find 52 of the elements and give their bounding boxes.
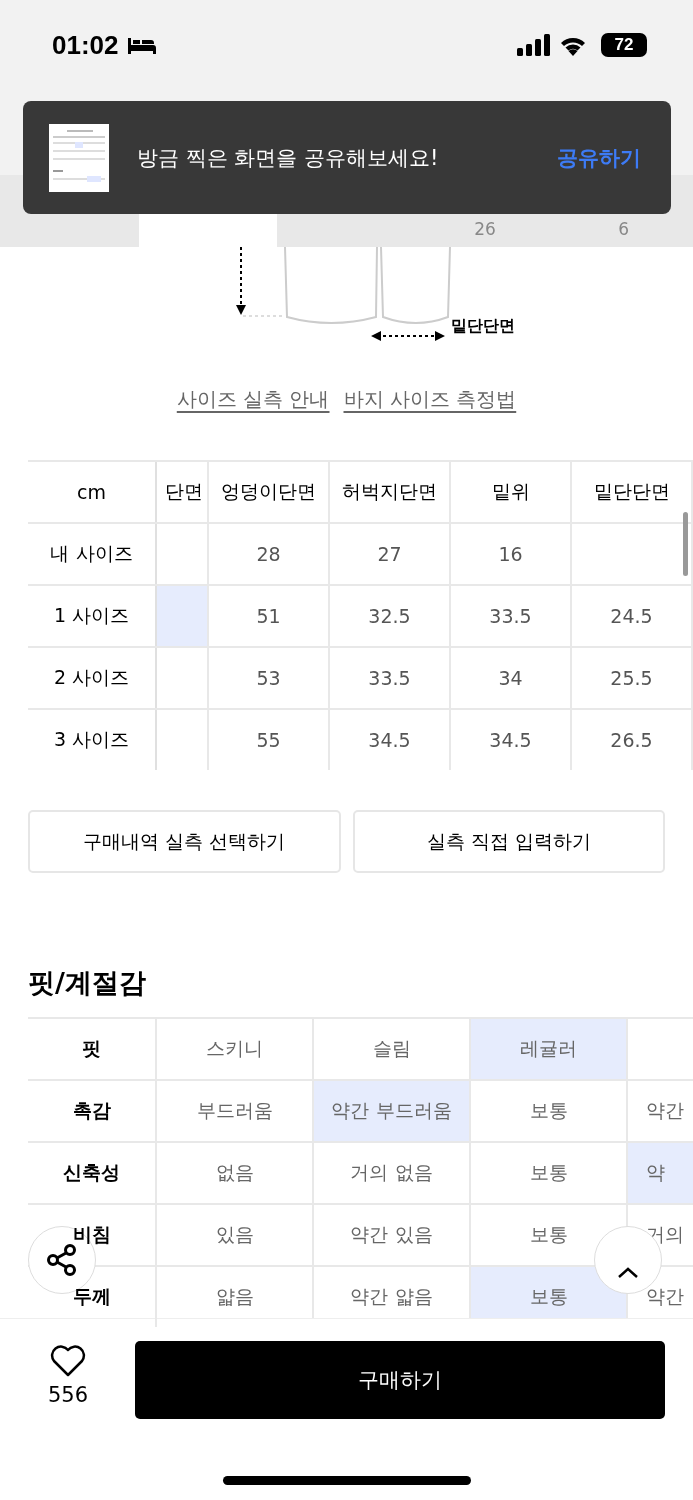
hem-label: 밑단단면 [451,316,515,337]
measure-button[interactable]: 실측 직접 입력하기 [352,810,665,873]
option-cell: 스키니 [157,1019,314,1079]
option-cell: 레귤러 [471,1019,628,1079]
table-cell: 53 [209,648,330,708]
signal-icon [517,34,551,56]
table-header: 단면 [157,462,209,522]
like-count: 556 [48,1383,89,1407]
heart-icon[interactable] [50,1345,87,1377]
table-cell: 24.5 [572,586,693,646]
option-cell-text: 약간 [645,1284,685,1309]
table-cell: 16 [451,524,572,584]
table-cell: 27 [330,524,451,584]
row-label: 내 사이즈 [28,524,157,584]
table-cell: 34.5 [451,710,572,770]
guide-link[interactable]: 바지 사이즈 측정법 [343,386,517,414]
section-title: 핏/계절감 [28,966,147,1000]
row-label: 신축성 [28,1143,157,1203]
option-cell-text: 약간 [645,1098,685,1123]
bed-icon [126,36,157,54]
table-cell: 33.5 [330,648,451,708]
table-cell: 28 [209,524,330,584]
table-header: 엉덩이단면 [209,462,330,522]
option-cell: 있음 [157,1205,314,1265]
battery-icon: 72 [601,33,647,57]
option-cell: 약간 부드러움 [314,1081,471,1141]
table-cell: 34 [451,648,572,708]
option-cell: 약 [628,1143,693,1203]
option-cell: 없음 [157,1143,314,1203]
status-time: 01:02 [52,29,119,61]
guide-link[interactable]: 사이즈 실측 안내 [176,386,330,414]
table-header: cm [28,462,157,522]
table-header: 밑위 [451,462,572,522]
row-label: 핏 [28,1019,157,1079]
table-cell: 32.5 [330,586,451,646]
measure-button[interactable]: 구매내역 실측 선택하기 [28,810,341,873]
table-cell: 51 [209,586,330,646]
table-cell: 34.5 [330,710,451,770]
table-cell: 33.5 [451,586,572,646]
table-header: 허벅지단면 [330,462,451,522]
table-cell: 25.5 [572,648,693,708]
option-cell: 약간 있음 [314,1205,471,1265]
buy-button[interactable]: 구매하기 [135,1341,665,1419]
row-label: 3 사이즈 [28,710,157,770]
table-cell: 26.5 [572,710,693,770]
toast-message: 방금 찍은 화면을 공유해보세요! [137,144,440,172]
row-label: 2 사이즈 [28,648,157,708]
option-cell: 거의 없음 [314,1143,471,1203]
option-cell: 보통 [471,1081,628,1141]
scroll-bar [683,512,688,576]
row-label: 촉감 [28,1081,157,1141]
table-cell: 55 [209,710,330,770]
